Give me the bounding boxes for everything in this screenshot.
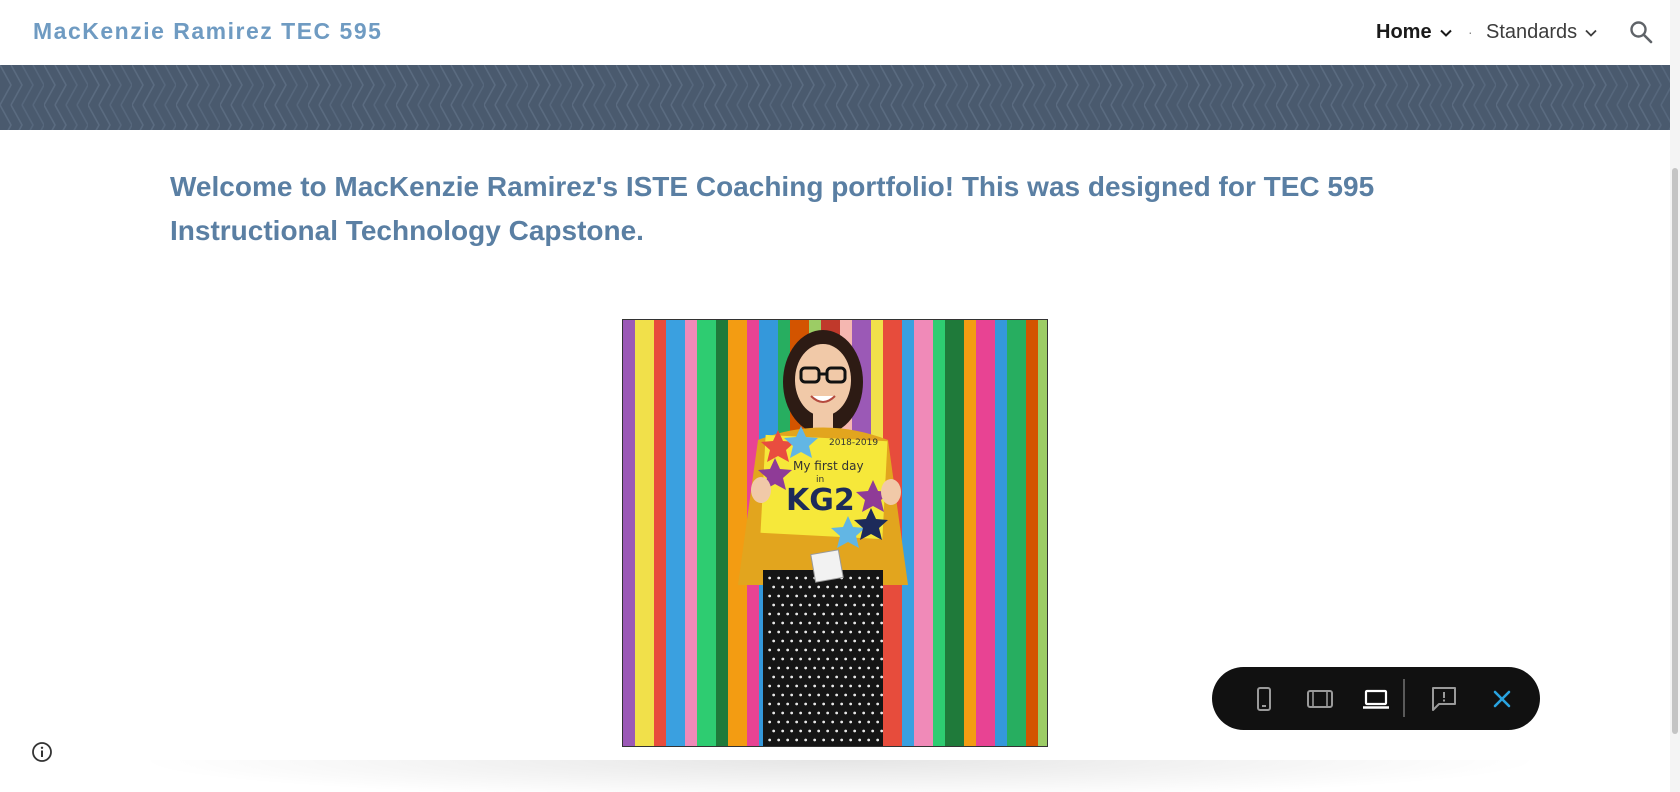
sign-year: 2018-2019 <box>829 438 878 448</box>
chevron-down-icon[interactable] <box>1583 25 1599 41</box>
feedback-icon[interactable] <box>1430 685 1458 713</box>
welcome-heading: Welcome to MacKenzie Ramirez's ISTE Coac… <box>170 171 1375 246</box>
page: MacKenzie Ramirez TEC 595 Home · Standar… <box>0 0 1680 792</box>
phone-icon[interactable] <box>1250 685 1278 713</box>
sign-line1: My first day <box>793 459 864 473</box>
portfolio-photo: 2018-2019 My first day in KG2 <box>622 319 1048 747</box>
preview-toolbar <box>1212 667 1540 730</box>
nav-home-label: Home <box>1376 21 1432 43</box>
laptop-icon[interactable] <box>1362 685 1390 713</box>
nav-standards-label: Standards <box>1486 21 1578 43</box>
sign-line3: KG2 <box>786 483 855 518</box>
herringbone-pattern <box>0 65 1670 130</box>
classroom-photo-illustration: 2018-2019 My first day in KG2 <box>623 320 1047 746</box>
bottom-shadow <box>130 760 1550 792</box>
close-icon[interactable] <box>1488 685 1516 713</box>
nav-home[interactable]: Home <box>1376 21 1454 44</box>
toolbar-divider <box>1403 679 1405 717</box>
site-title[interactable]: MacKenzie Ramirez TEC 595 <box>33 18 382 45</box>
search-icon[interactable] <box>1628 19 1654 45</box>
site-header: MacKenzie Ramirez TEC 595 Home · Standar… <box>0 0 1670 65</box>
header-banner <box>0 65 1670 130</box>
chevron-down-icon[interactable] <box>1438 25 1454 41</box>
nav-standards[interactable]: Standards <box>1486 21 1599 44</box>
info-icon[interactable] <box>31 741 53 763</box>
tablet-icon[interactable] <box>1306 685 1334 713</box>
scrollbar-thumb[interactable] <box>1672 168 1678 734</box>
vertical-scrollbar[interactable] <box>1670 0 1680 792</box>
nav-separator: · <box>1468 24 1473 40</box>
